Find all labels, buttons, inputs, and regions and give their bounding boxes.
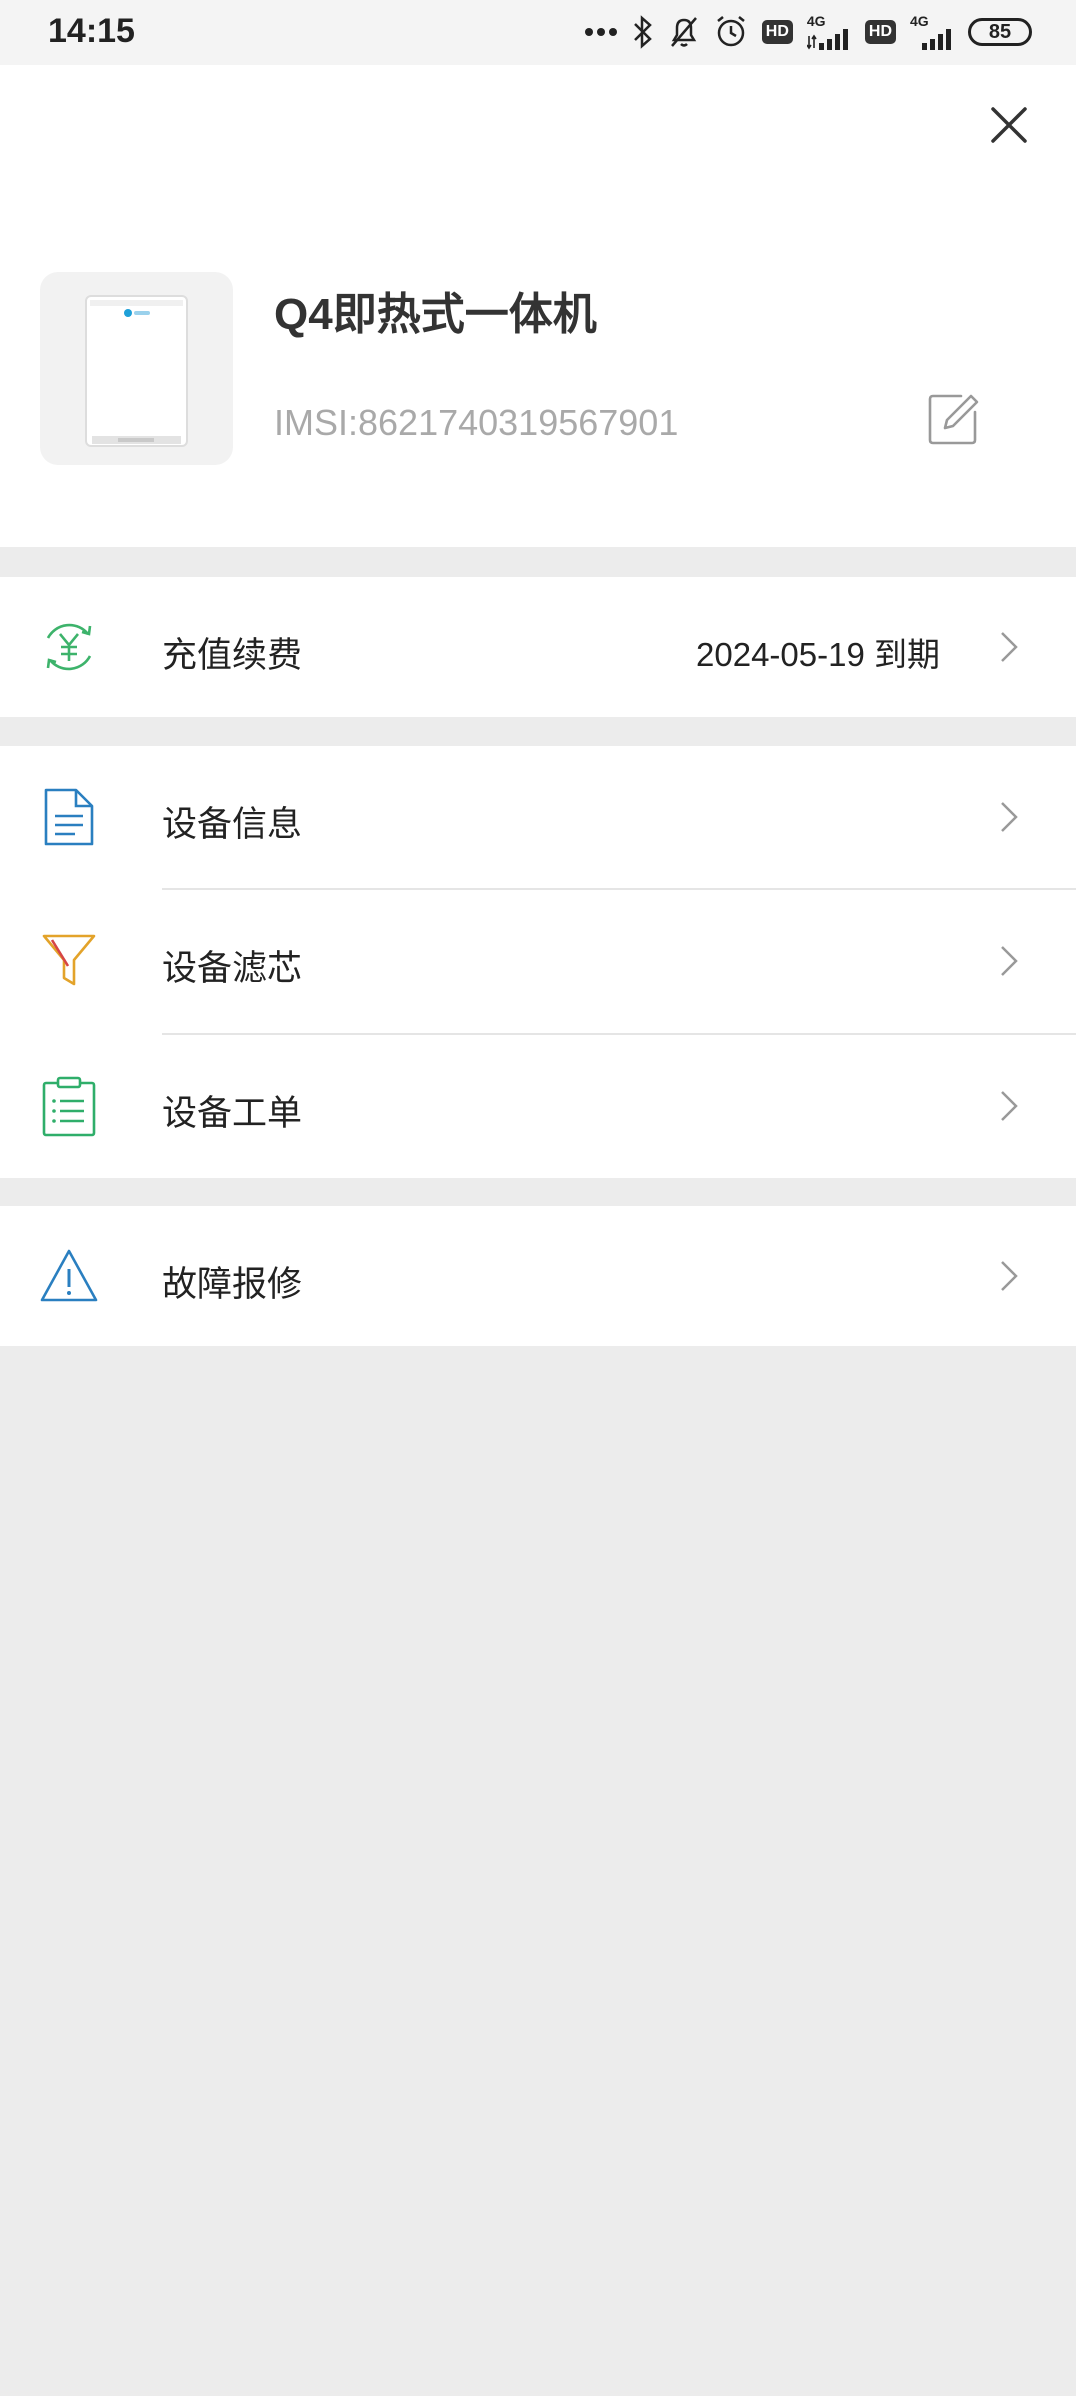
network-type-2: 4G (910, 13, 929, 29)
device-filter-label: 设备滤芯 (162, 949, 303, 988)
clipboard-list-icon (42, 1076, 96, 1137)
device-section: 设备信息 设备滤芯 设备工单 (0, 746, 1076, 1178)
chevron-right-icon (1001, 946, 1018, 976)
menu-item-recharge[interactable]: 充值续费 2024-05-19 到期 (0, 577, 1076, 717)
work-order-label: 设备工单 (162, 1094, 303, 1133)
document-icon (44, 788, 94, 846)
status-icons: HD 4G HD 4G 85 (584, 12, 1032, 52)
bell-muted-icon (670, 17, 697, 47)
funnel-icon (42, 934, 96, 986)
chevron-right-icon (1001, 632, 1018, 662)
repair-label: 故障报修 (162, 1265, 303, 1304)
bluetooth-icon (633, 15, 652, 49)
signal-icon-2 (922, 29, 951, 50)
yuan-refresh-icon (46, 623, 92, 671)
chevron-right-icon (1001, 1261, 1018, 1291)
signal-icon-1 (806, 29, 848, 50)
alarm-icon (717, 16, 745, 47)
status-time: 14:15 (48, 12, 135, 50)
device-name: Q4即热式一体机 (274, 290, 597, 339)
menu-item-device-info[interactable]: 设备信息 (0, 746, 1076, 889)
warning-icon (40, 1249, 98, 1302)
recharge-section: 充值续费 2024-05-19 到期 (0, 577, 1076, 717)
signal-group-1: 4G (806, 13, 851, 50)
signal-group-2: 4G (910, 14, 954, 50)
battery-indicator: 85 (968, 18, 1032, 46)
battery-level: 85 (988, 20, 1012, 43)
hd-badge-1: HD (761, 20, 793, 44)
repair-section: 故障报修 (0, 1206, 1076, 1346)
chevron-right-icon (1001, 1091, 1018, 1121)
menu-item-device-filter[interactable]: 设备滤芯 (0, 890, 1076, 1033)
device-imsi: IMSI:8621740319567901 (274, 402, 679, 443)
chevron-right-icon (1001, 802, 1018, 832)
hd-badge-2: HD (864, 20, 896, 44)
menu-item-repair[interactable]: 故障报修 (0, 1206, 1076, 1346)
device-image (40, 272, 233, 465)
water-purifier-image (85, 295, 188, 447)
expiry-date: 2024-05-19 到期 (696, 636, 940, 673)
edit-icon[interactable] (925, 390, 981, 446)
close-icon[interactable] (984, 100, 1034, 150)
recharge-label: 充值续费 (162, 636, 303, 675)
network-type-1: 4G (806, 13, 826, 29)
menu-item-work-order[interactable]: 设备工单 (0, 1035, 1076, 1178)
more-dots-icon (584, 28, 617, 36)
device-info-label: 设备信息 (162, 805, 303, 844)
status-bar: 14:15 HD 4G HD 4G 85 (0, 0, 1076, 65)
